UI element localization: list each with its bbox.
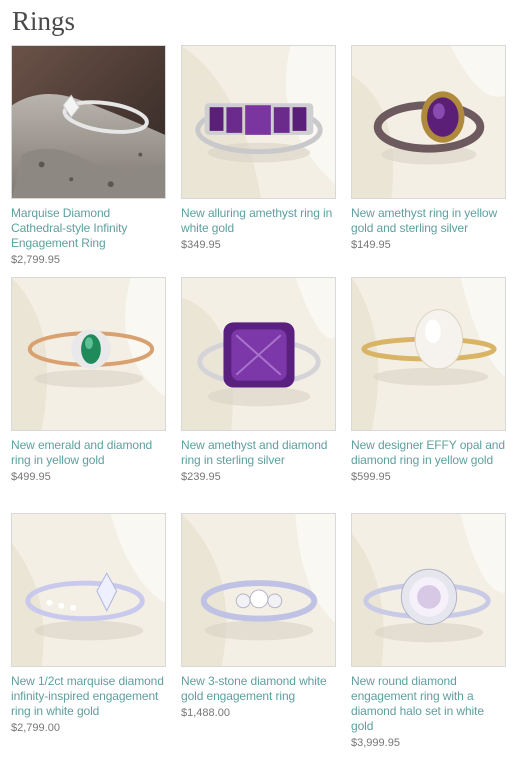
product-name[interactable]: New amethyst and diamond ring in sterlin…: [181, 438, 336, 468]
amethyst-white-gold-ring-image: [182, 46, 335, 198]
product-card[interactable]: New 1/2ct marquise diamond infinity-insp…: [11, 513, 166, 742]
product-image[interactable]: [351, 277, 506, 431]
product-image[interactable]: [11, 513, 166, 667]
page-title: Rings: [12, 6, 76, 36]
product-name[interactable]: Marquise Diamond Cathedral-style Infinit…: [11, 206, 166, 251]
product-name[interactable]: New designer EFFY opal and diamond ring …: [351, 438, 506, 468]
product-name[interactable]: New 3-stone diamond white gold engagemen…: [181, 674, 336, 704]
product-price: $239.95: [181, 471, 221, 483]
product-image[interactable]: [351, 513, 506, 667]
product-image[interactable]: [181, 513, 336, 667]
product-name[interactable]: New alluring amethyst ring in white gold: [181, 206, 336, 236]
marquise-infinity-ring-image: [12, 514, 165, 666]
amethyst-yellow-gold-ring-image: [352, 46, 505, 198]
product-price: $599.95: [351, 471, 391, 483]
product-name[interactable]: New 1/2ct marquise diamond infinity-insp…: [11, 674, 166, 719]
product-price: $3,999.95: [351, 737, 400, 749]
product-price: $349.95: [181, 239, 221, 251]
product-card[interactable]: New designer EFFY opal and diamond ring …: [351, 277, 506, 506]
product-name[interactable]: New amethyst ring in yellow gold and ste…: [351, 206, 506, 236]
product-image[interactable]: [11, 277, 166, 431]
product-grid: Marquise Diamond Cathedral-style Infinit…: [11, 45, 506, 749]
product-image[interactable]: [11, 45, 166, 199]
product-card[interactable]: Marquise Diamond Cathedral-style Infinit…: [11, 45, 166, 270]
product-price: $149.95: [351, 239, 391, 251]
product-card[interactable]: New emerald and diamond ring in yellow g…: [11, 277, 166, 506]
product-price: $2,799.00: [11, 722, 60, 734]
product-image[interactable]: [351, 45, 506, 199]
opal-diamond-ring-image: [352, 278, 505, 430]
product-price: $2,799.95: [11, 254, 60, 266]
product-card[interactable]: New round diamond engagement ring with a…: [351, 513, 506, 749]
marquise-diamond-ring-image: [12, 46, 165, 198]
product-card[interactable]: New amethyst and diamond ring in sterlin…: [181, 277, 336, 506]
product-image[interactable]: [181, 277, 336, 431]
product-name[interactable]: New round diamond engagement ring with a…: [351, 674, 506, 734]
amethyst-silver-ring-image: [182, 278, 335, 430]
three-stone-ring-image: [182, 514, 335, 666]
halo-diamond-ring-image: [352, 514, 505, 666]
product-card[interactable]: New alluring amethyst ring in white gold…: [181, 45, 336, 270]
product-name[interactable]: New emerald and diamond ring in yellow g…: [11, 438, 166, 468]
product-card[interactable]: New amethyst ring in yellow gold and ste…: [351, 45, 506, 270]
product-price: $1,488.00: [181, 707, 230, 719]
product-price: $499.95: [11, 471, 51, 483]
product-card[interactable]: New 3-stone diamond white gold engagemen…: [181, 513, 336, 742]
product-image[interactable]: [181, 45, 336, 199]
emerald-diamond-ring-image: [12, 278, 165, 430]
